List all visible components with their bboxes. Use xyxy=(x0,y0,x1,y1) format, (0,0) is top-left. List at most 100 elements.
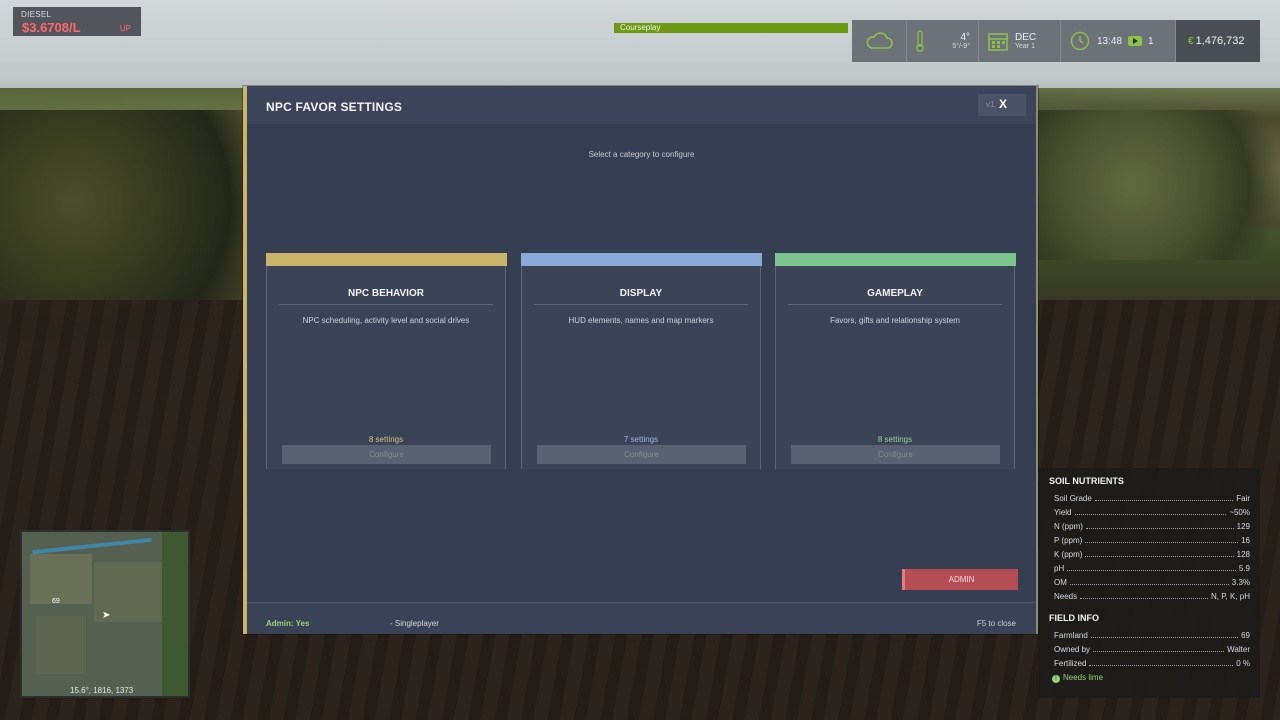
card-settings-count: 8 settings xyxy=(368,435,404,444)
courseplay-bar[interactable]: Courseplay xyxy=(614,23,848,33)
date-month: DEC xyxy=(1015,32,1037,43)
info-key: Yield xyxy=(1054,507,1072,517)
minimap-field-label: 69 xyxy=(52,598,60,605)
info-value: 16 xyxy=(1241,535,1250,545)
info-value: 0 % xyxy=(1236,658,1250,668)
leader-dots xyxy=(1067,565,1236,571)
minimap-coordinates: 15.6°, 1816, 1373 xyxy=(70,686,134,695)
diesel-label: DIESEL xyxy=(21,10,52,19)
info-key: Owned by xyxy=(1054,644,1091,654)
info-value: 128 xyxy=(1236,549,1250,559)
leader-dots xyxy=(1080,593,1209,599)
card-description: NPC scheduling, activity level and socia… xyxy=(302,316,470,325)
leader-dots xyxy=(1090,632,1239,638)
info-value: 5.9 xyxy=(1238,563,1250,573)
info-key: P (ppm) xyxy=(1054,535,1083,545)
info-row: Farmland 69 xyxy=(1049,628,1250,642)
leader-dots xyxy=(1089,660,1234,666)
weather-segment xyxy=(852,20,907,62)
info-value: 3.3% xyxy=(1231,577,1250,587)
configure-button-gameplay[interactable]: Configure xyxy=(791,445,1000,464)
card-title: DISPLAY xyxy=(534,288,748,305)
game-speed: 1 xyxy=(1148,35,1154,47)
info-row: N (ppm) 129 xyxy=(1049,519,1250,533)
info-key: N (ppm) xyxy=(1054,521,1083,531)
info-key: Fertilized xyxy=(1054,658,1087,668)
minimap[interactable]: ➤ 69 15.6°, 1816, 1373 xyxy=(20,530,190,698)
info-key: K (ppm) xyxy=(1054,549,1083,559)
card-accent-stripe xyxy=(775,253,1016,266)
temperature-segment: 4° 5°/-9° xyxy=(907,20,979,62)
alert-icon: ! xyxy=(1052,675,1060,683)
version-close-box: v1. X xyxy=(978,94,1026,116)
trees-right-background xyxy=(1035,110,1280,260)
version-label: v1. xyxy=(986,100,997,109)
play-speed-icon[interactable] xyxy=(1128,36,1143,46)
close-button[interactable]: X xyxy=(999,97,1007,111)
clock-icon xyxy=(1070,31,1090,51)
field-info-title: FIELD INFO xyxy=(1049,613,1099,623)
needs-lime-notice: ! Needs lime xyxy=(1049,673,1250,683)
card-title: NPC BEHAVIOR xyxy=(279,288,493,305)
leader-dots xyxy=(1085,537,1239,543)
admin-button[interactable]: ADMIN xyxy=(902,569,1018,590)
dialog-header: NPC FAVOR SETTINGS v1. X xyxy=(247,86,1036,124)
money-amount: 1,476,732 xyxy=(1195,35,1245,47)
leader-dots xyxy=(1074,509,1227,515)
dialog-subtitle: Select a category to configure xyxy=(588,150,695,159)
soil-nutrients-title: SOIL NUTRIENTS xyxy=(1049,476,1124,486)
date-year: Year 1 xyxy=(1015,43,1035,50)
category-card-gameplay[interactable]: GAMEPLAY Favors, gifts and relationship … xyxy=(775,253,1016,469)
minimap-field xyxy=(36,616,86,674)
leader-dots xyxy=(1093,646,1225,652)
configure-button-display[interactable]: Configure xyxy=(537,445,746,464)
temperature-current: 4° xyxy=(960,32,970,43)
info-value: 129 xyxy=(1236,521,1250,531)
category-card-npc-behavior[interactable]: NPC BEHAVIOR NPC scheduling, activity le… xyxy=(266,253,507,469)
time-display: 13:48 xyxy=(1097,35,1123,47)
minimap-forest xyxy=(162,532,188,696)
info-row: Soil Grade Fair xyxy=(1049,491,1250,505)
dialog-footer: Admin: Yes - Singleplayer F5 to close xyxy=(247,602,1036,634)
info-row: Yield ~50% xyxy=(1049,505,1250,519)
card-settings-count: 7 settings xyxy=(623,435,659,444)
leader-dots xyxy=(1085,551,1234,557)
soil-field-info-panel: SOIL NUTRIENTS Soil Grade Fair Yield ~50% … xyxy=(1039,468,1260,698)
configure-button-npc-behavior[interactable]: Configure xyxy=(282,445,491,464)
card-description: Favors, gifts and relationship system xyxy=(830,316,960,325)
close-hint: F5 to close xyxy=(976,619,1016,628)
card-accent-stripe xyxy=(266,253,507,266)
info-key: pH xyxy=(1054,563,1065,573)
needs-lime-text: Needs lime xyxy=(1063,673,1104,682)
diesel-price-box: DIESEL $3.6708/L UP xyxy=(13,7,141,36)
card-accent-stripe xyxy=(521,253,762,266)
info-key: Soil Grade xyxy=(1054,493,1092,503)
npc-favor-settings-dialog: NPC FAVOR SETTINGS v1. X Select a catego… xyxy=(243,86,1038,634)
card-settings-count: 8 settings xyxy=(877,435,913,444)
cloud-icon xyxy=(866,32,893,49)
info-row: OM 3.3% xyxy=(1049,575,1250,589)
info-value: Walter xyxy=(1227,644,1250,654)
calendar-icon xyxy=(988,33,1008,51)
info-row: P (ppm) 16 xyxy=(1049,533,1250,547)
info-value: Fair xyxy=(1236,493,1250,503)
info-value: N, P, K, pH xyxy=(1211,591,1250,601)
diesel-price: $3.6708/L xyxy=(22,20,81,35)
currency-symbol: € xyxy=(1188,35,1194,47)
player-marker-icon: ➤ xyxy=(102,610,111,621)
card-title: GAMEPLAY xyxy=(788,288,1002,305)
dialog-title: NPC FAVOR SETTINGS xyxy=(266,100,403,114)
info-row: Fertilized 0 % xyxy=(1049,656,1250,670)
minimap-field xyxy=(30,554,92,604)
info-value: 69 xyxy=(1241,630,1250,640)
temperature-range: 5°/-9° xyxy=(952,43,970,50)
game-mode: - Singleplayer xyxy=(390,619,439,628)
info-key: Farmland xyxy=(1054,630,1088,640)
info-value: ~50% xyxy=(1229,507,1250,517)
leader-dots xyxy=(1094,495,1234,501)
card-description: HUD elements, names and map markers xyxy=(568,316,714,325)
minimap-river xyxy=(32,537,152,555)
info-key: Needs xyxy=(1054,591,1078,601)
category-card-display[interactable]: DISPLAY HUD elements, names and map mark… xyxy=(521,253,762,469)
